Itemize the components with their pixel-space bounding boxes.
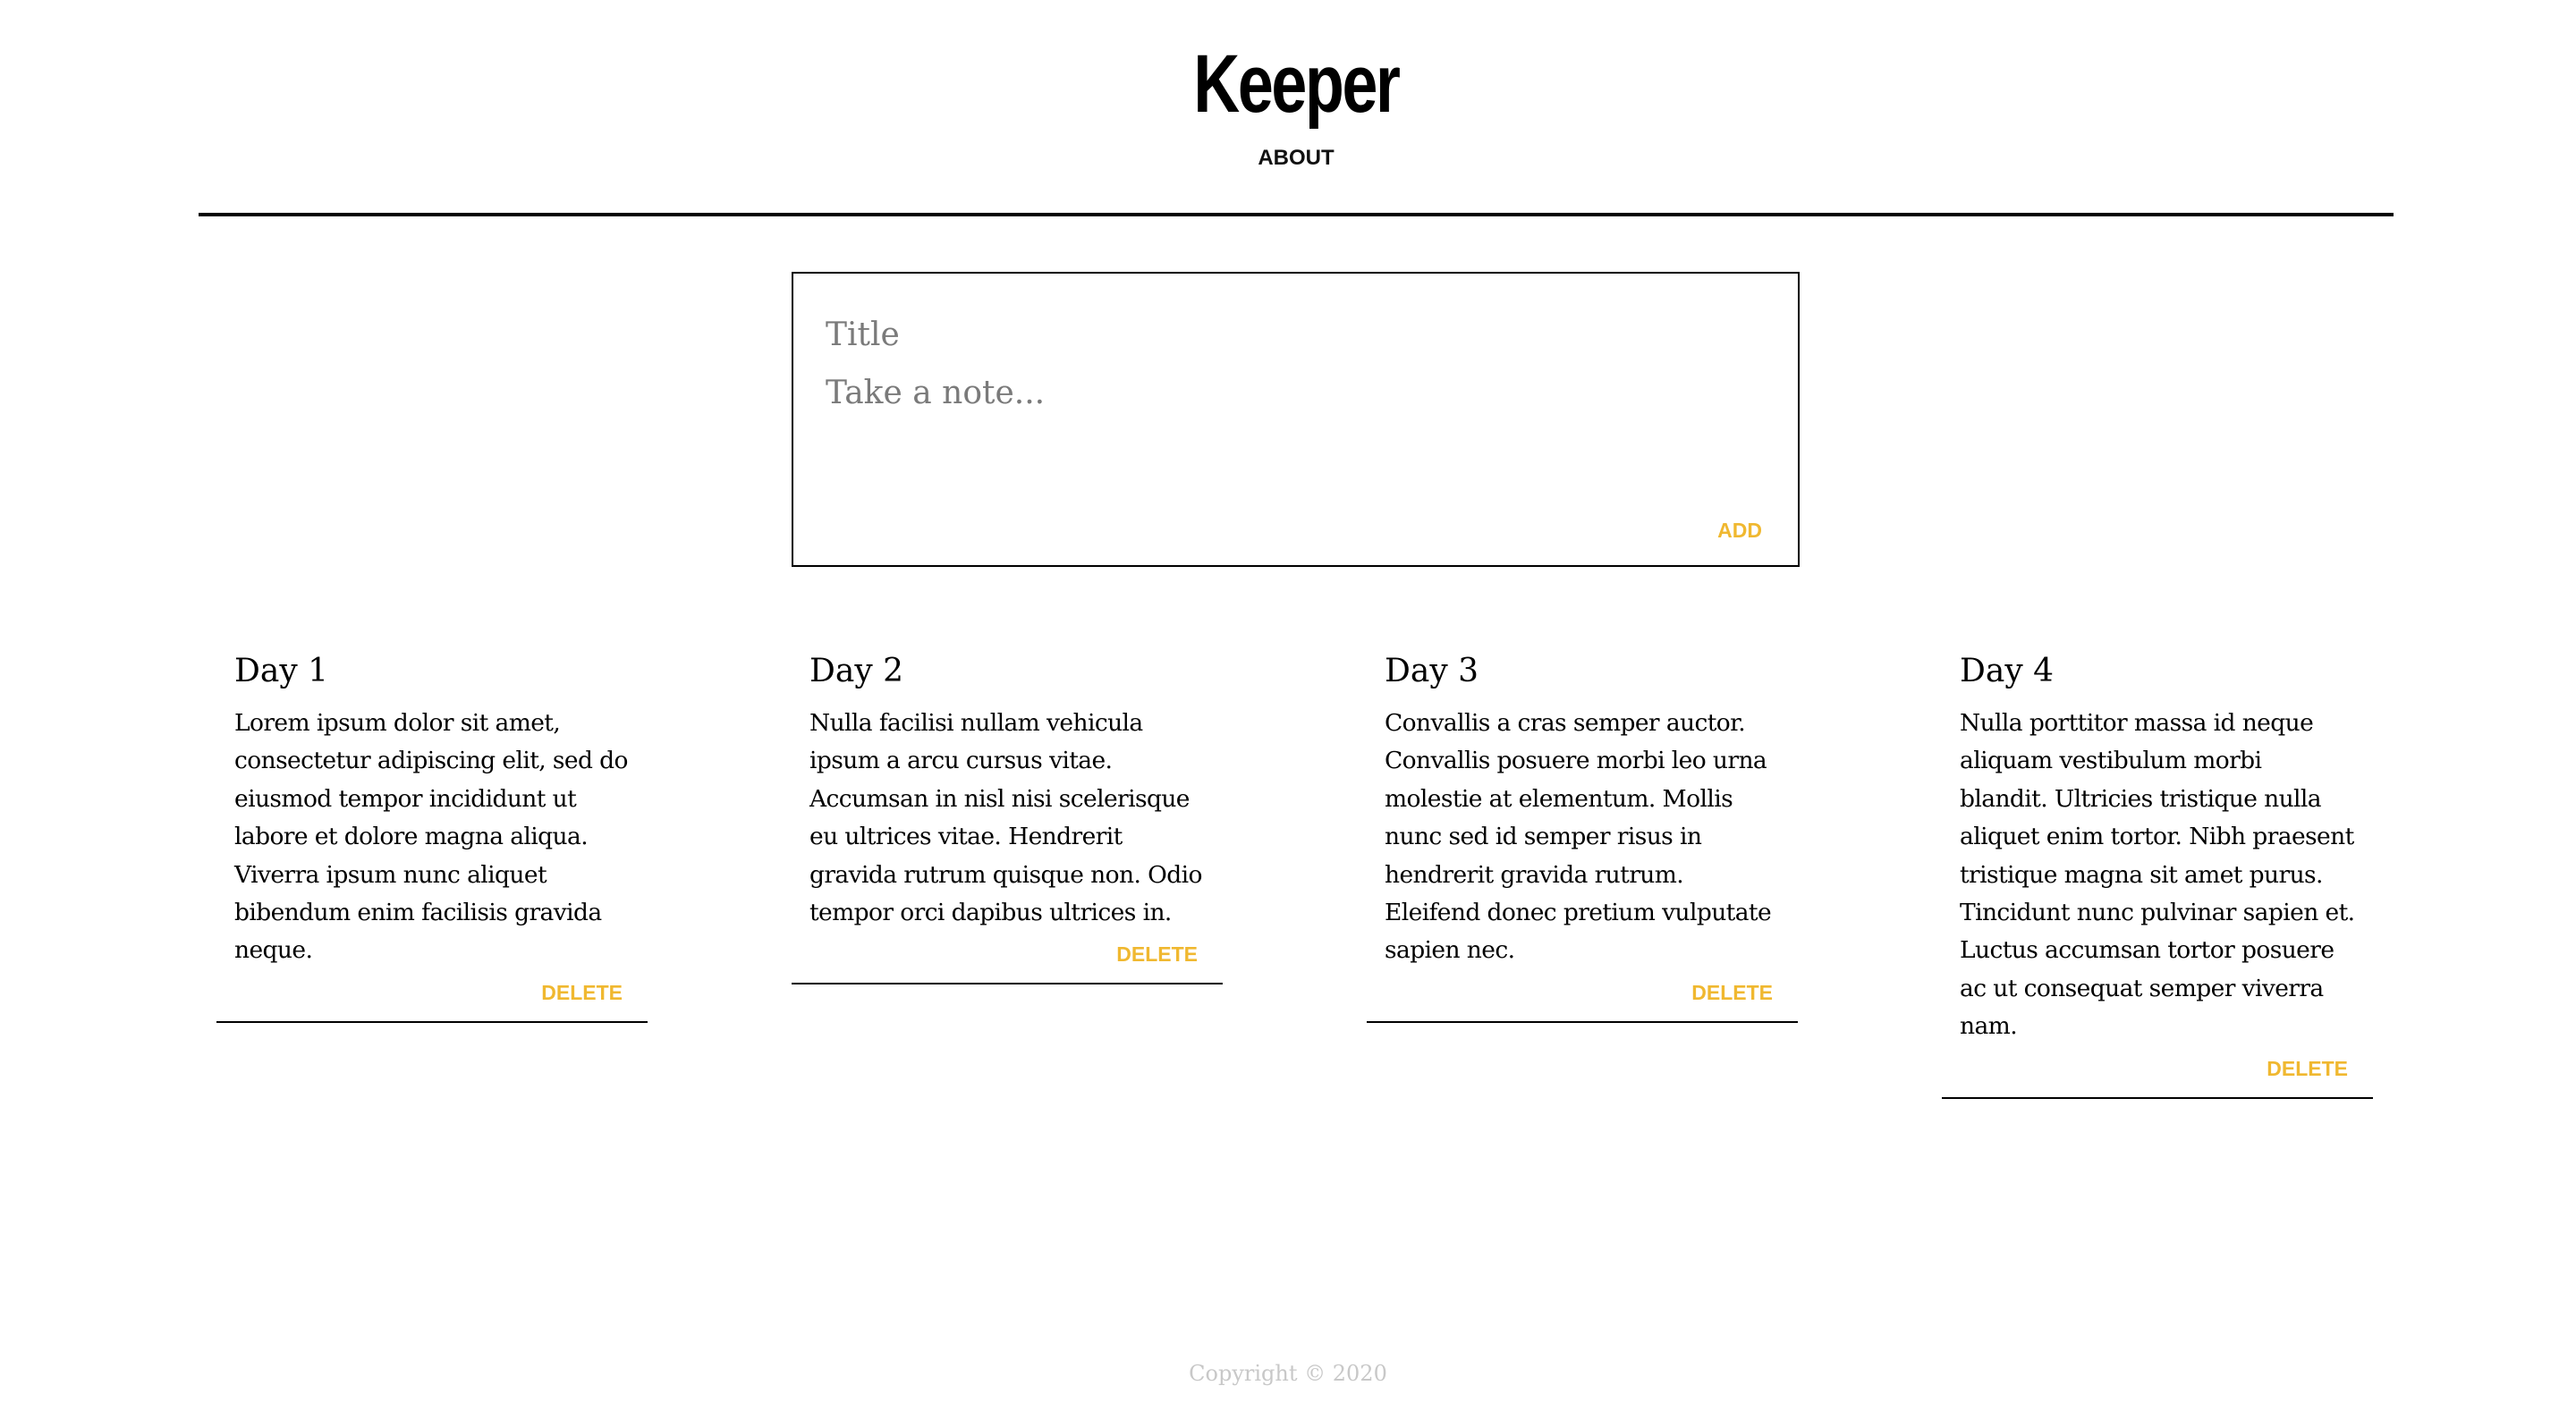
delete-button[interactable]: DELETE: [2267, 1057, 2348, 1081]
note-content: Lorem ipsum dolor sit amet, consectetur …: [234, 709, 629, 965]
note-title: Day 1: [234, 653, 329, 689]
note-card: Day 1 Lorem ipsum dolor sit amet, consec…: [216, 637, 648, 1023]
note-title: Day 3: [1385, 653, 1479, 689]
note-content-input[interactable]: [826, 368, 1756, 476]
keeper-page: Keeper ABOUT ADD Day 1 Lorem ipsum dolor…: [0, 0, 2576, 1411]
note-card: Day 2 Nulla facilisi nullam vehicula ips…: [792, 637, 1223, 985]
note-content: Convallis a cras semper auctor. Convalli…: [1385, 709, 1772, 965]
note-title-input[interactable]: [826, 309, 1756, 359]
delete-button[interactable]: DELETE: [541, 981, 623, 1005]
create-note-form: ADD: [792, 272, 1800, 567]
nav-about-link[interactable]: ABOUT: [199, 143, 2394, 173]
note-card: Day 3 Convallis a cras semper auctor. Co…: [1367, 637, 1798, 1023]
site-header: Keeper ABOUT: [199, 0, 2394, 216]
delete-button[interactable]: DELETE: [1691, 981, 1773, 1005]
add-button[interactable]: ADD: [1717, 519, 1762, 543]
app-title: Keeper: [1193, 38, 1401, 130]
note-content: Nulla facilisi nullam vehicula ipsum a a…: [809, 709, 1202, 927]
note-content: Nulla porttitor massa id neque aliquam v…: [1960, 709, 2355, 1041]
note-card: Day 4 Nulla porttitor massa id neque ali…: [1942, 637, 2373, 1099]
note-title: Day 2: [809, 653, 904, 689]
delete-button[interactable]: DELETE: [1116, 942, 1198, 967]
note-title: Day 4: [1960, 653, 2055, 689]
copyright-footer: Copyright © 2020: [1189, 1361, 1387, 1386]
